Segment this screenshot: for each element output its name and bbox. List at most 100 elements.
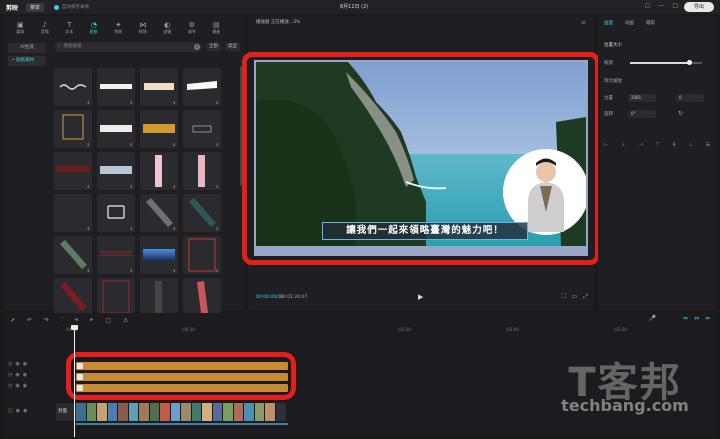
split-left-icon[interactable]: ⫷ [75,316,78,324]
sticker-item[interactable]: ⬇ [54,68,92,106]
player-menu-icon[interactable]: ≡ [581,16,586,30]
align-right-icon[interactable]: ⊣ [638,142,642,148]
lock-icon[interactable]: ◷ [8,383,12,389]
distribute-icon[interactable]: ☰ [706,142,710,148]
sticker-item[interactable]: ⬇ [183,194,221,232]
sticker-item[interactable]: ⬇ [97,68,135,106]
rotation-input[interactable]: 0° [628,110,656,118]
tab-audio[interactable]: ♪ 音频 [33,18,58,38]
sticker-item[interactable]: ⬇ [97,236,135,274]
lock-icon[interactable]: ◷ [8,361,12,367]
sticker-item[interactable]: ⬇ [140,194,178,232]
download-icon[interactable]: ⬇ [216,268,219,273]
sticker-item[interactable] [183,278,221,316]
position-x-input[interactable]: 2081 [628,94,656,102]
delete-icon[interactable]: ▢ [105,317,111,324]
fit-icon[interactable]: ⛶ [561,293,565,301]
sticker-item[interactable]: ⬇ [140,236,178,274]
download-icon[interactable]: ⬇ [173,268,176,273]
play-button[interactable]: ▶ [418,293,423,301]
eye-icon[interactable]: ◉ [15,361,19,367]
download-icon[interactable]: ⬇ [216,100,219,105]
cover-label[interactable]: 封面 [56,403,76,421]
filter-type-dropdown[interactable]: 类型 [225,43,240,51]
sticker-item[interactable]: ⬇ [54,152,92,190]
sticker-item[interactable] [54,278,92,316]
warning-icon[interactable]: ⚠ [123,317,128,324]
download-icon[interactable]: ⬇ [130,142,133,147]
tab-animation[interactable]: 动画 [625,20,634,26]
playhead[interactable] [74,327,75,437]
scale-slider[interactable] [630,60,702,65]
align-left-icon[interactable]: ⊢ [604,142,608,148]
snap-icon[interactable]: ⇔ [694,315,699,322]
sticker-item[interactable]: ⬇ [183,68,221,106]
clear-search-icon[interactable]: × [194,44,200,50]
lock-icon[interactable]: ◷ [8,372,12,378]
scale-slider-knob[interactable] [686,60,692,65]
lock-icon[interactable]: ◫ [8,408,13,414]
tab-adjust[interactable]: ⚙ 调节 [180,18,205,38]
eye-icon[interactable]: ◉ [15,372,19,378]
download-icon[interactable]: ⬇ [130,100,133,105]
sticker-item[interactable]: ⬇ [183,152,221,190]
category-sticker-material[interactable]: • 贴纸素材 [8,56,46,66]
align-bottom-icon[interactable]: ⊥ [688,142,692,148]
download-icon[interactable]: ⬇ [216,142,219,147]
tab-template[interactable]: ▤ 模板 [204,18,229,38]
download-icon[interactable]: ⬇ [130,268,133,273]
preview-axis-icon[interactable]: ⇔ [705,315,710,322]
sticker-item[interactable]: ⬇ [54,110,92,148]
tab-text[interactable]: T 文本 [57,18,82,38]
link-icon[interactable]: ⇔ [683,315,688,322]
sticker-item[interactable]: ⬇ [54,194,92,232]
microphone-icon[interactable]: 🎤 [649,315,656,322]
ai-generate-button[interactable]: AI生成 [8,43,46,53]
download-icon[interactable]: ⬇ [173,100,176,105]
sticker-item[interactable] [140,278,178,316]
download-icon[interactable]: ⬇ [87,226,90,231]
rotate-reset-icon[interactable]: ↻ [678,110,683,117]
sticker-item[interactable]: ⬇ [54,236,92,274]
minimize-icon[interactable]: — [658,2,664,9]
undo-icon[interactable]: ↶ [27,317,32,324]
audio-waveform[interactable] [76,423,288,425]
maximize-icon[interactable]: □ [672,2,678,9]
sticker-item[interactable]: ⬇ [140,110,178,148]
sticker-item[interactable]: ⬇ [97,194,135,232]
sticker-item[interactable]: ⬇ [97,110,135,148]
search-input[interactable]: ⌕ 搜索贴纸 × [54,42,202,52]
tab-tracking[interactable]: 跟踪 [646,20,655,26]
layout-icon[interactable]: ▢ [645,2,651,9]
align-center-icon[interactable]: ⊥ [621,142,625,148]
download-icon[interactable]: ⬇ [87,184,90,189]
menu-button[interactable]: 菜单 [26,2,45,12]
timeline-ruler[interactable]: 00:00 |00:30 |01:30 |02:00 |02:30 [66,327,714,335]
mute-icon[interactable]: ◉ [23,383,27,389]
tab-canvas[interactable]: 画面 [604,20,613,26]
tab-transition[interactable]: ⋈ 转场 [131,18,156,38]
mute-icon[interactable]: ◉ [23,361,27,367]
filter-all-dropdown[interactable]: 全部 [206,43,221,51]
video-track[interactable]: 封面 [56,403,286,421]
tab-effects[interactable]: ✦ 特效 [106,18,131,38]
mute-icon[interactable]: ◉ [23,408,27,414]
download-icon[interactable]: ⬇ [173,184,176,189]
mute-icon[interactable]: ◉ [23,372,27,378]
tab-filter[interactable]: ◐ 滤镜 [155,18,180,38]
download-icon[interactable]: ⬇ [173,226,176,231]
split-right-icon[interactable]: ⫸ [90,316,93,324]
sticker-item[interactable] [97,278,135,316]
tab-media[interactable]: ▣ 媒体 [8,18,33,38]
download-icon[interactable]: ⬇ [216,184,219,189]
select-tool-icon[interactable]: ➚ [10,317,15,324]
align-top-icon[interactable]: ⊤ [655,142,659,148]
eye-icon[interactable]: ◉ [15,383,19,389]
sticker-item[interactable]: ⬇ [183,236,221,274]
ratio-icon[interactable]: ▭ [572,293,578,301]
sticker-item[interactable]: ⬇ [140,152,178,190]
download-icon[interactable]: ⬇ [173,142,176,147]
sticker-item[interactable]: ⬇ [140,68,178,106]
export-button[interactable]: 导出 [684,2,714,12]
sticker-item[interactable]: ⬇ [97,152,135,190]
